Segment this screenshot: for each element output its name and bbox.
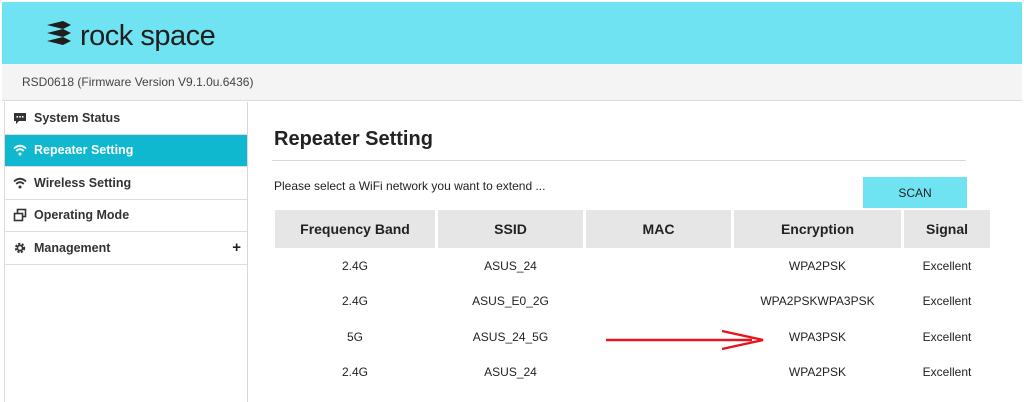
column-header-signal: Signal <box>904 210 990 248</box>
header-bar: rock space <box>2 2 1022 64</box>
table-header-row: Frequency Band SSID MAC Encryption Signa… <box>275 210 990 248</box>
cell-signal: Excellent <box>922 258 972 273</box>
chat-bubble-icon <box>13 111 27 125</box>
sidebar-item-wireless-setting[interactable]: Wireless Setting <box>5 167 247 200</box>
sidebar-item-label: Repeater Setting <box>34 143 134 158</box>
brand-name: rock space <box>80 19 216 52</box>
cell-signal: Excellent <box>922 365 972 380</box>
wifi-network-table: Frequency Band SSID MAC Encryption Signa… <box>272 210 993 390</box>
cell-signal: Excellent <box>922 329 972 344</box>
main-content: Repeater Setting Please select a WiFi ne… <box>260 102 1024 402</box>
wifi-icon <box>13 143 27 157</box>
model-info-bar: RSD0618 (Firmware Version V9.1.0u.6436) <box>2 64 1022 101</box>
cell-frequency-band: 2.4G <box>341 258 368 273</box>
cell-ssid: ASUS_E0_2G <box>472 294 549 309</box>
column-header-ssid: SSID <box>438 210 583 248</box>
page-title: Repeater Setting <box>274 128 433 150</box>
red-arrow-annotation <box>606 329 764 351</box>
cell-ssid: ASUS_24_5G <box>472 329 549 344</box>
sidebar-item-label: Operating Mode <box>34 208 130 223</box>
table-row[interactable]: 2.4G ASUS_E0_2G WPA2PSKWPA3PSK Excellent <box>275 284 990 320</box>
sidebar-item-operating-mode[interactable]: Operating Mode <box>5 199 247 232</box>
column-header-encryption: Encryption <box>734 210 901 248</box>
router-admin-page: rock space RSD0618 (Firmware Version V9.… <box>0 0 1024 402</box>
instruction-text: Please select a WiFi network you want to… <box>274 179 546 193</box>
cell-encryption: WPA2PSK <box>788 365 847 380</box>
cell-mac <box>586 284 731 320</box>
cell-frequency-band: 2.4G <box>341 365 368 380</box>
cell-ssid: ASUS_24 <box>484 258 537 273</box>
scan-button[interactable]: SCAN <box>863 177 967 208</box>
sidebar-item-system-status[interactable]: System Status <box>5 102 247 135</box>
gear-icon <box>13 241 27 255</box>
wifi-icon <box>13 176 27 190</box>
sidebar-item-label: System Status <box>34 110 121 125</box>
cell-frequency-band: 5G <box>346 329 363 344</box>
cell-mac <box>586 355 731 391</box>
table-row[interactable]: 2.4G ASUS_24 WPA2PSK Excellent <box>275 248 990 284</box>
table-row[interactable]: 2.4G ASUS_24 WPA2PSK Excellent <box>275 355 990 391</box>
sidebar-item-label: Management <box>34 240 111 255</box>
cell-mac <box>586 248 731 284</box>
cell-encryption: WPA2PSK <box>788 258 847 273</box>
column-header-mac: MAC <box>586 210 731 248</box>
expand-plus-icon[interactable]: + <box>232 240 241 255</box>
sidebar-item-label: Wireless Setting <box>34 175 132 190</box>
cell-ssid: ASUS_24 <box>484 365 537 380</box>
column-header-frequency-band: Frequency Band <box>275 210 435 248</box>
cell-encryption: WPA2PSKWPA3PSK <box>760 294 875 309</box>
cell-signal: Excellent <box>922 294 972 309</box>
model-firmware-text: RSD0618 (Firmware Version V9.1.0u.6436) <box>22 75 254 89</box>
cell-frequency-band: 2.4G <box>341 294 368 309</box>
title-divider <box>272 160 966 161</box>
rockspace-logo-icon <box>44 18 74 53</box>
sidebar-item-management[interactable]: Management + <box>5 232 247 265</box>
brand-logo[interactable]: rock space <box>44 18 216 53</box>
sidebar-item-repeater-setting[interactable]: Repeater Setting <box>5 134 247 167</box>
windows-icon <box>13 208 27 222</box>
sidebar-nav: System Status Repeater Setting Wireless … <box>4 102 248 402</box>
